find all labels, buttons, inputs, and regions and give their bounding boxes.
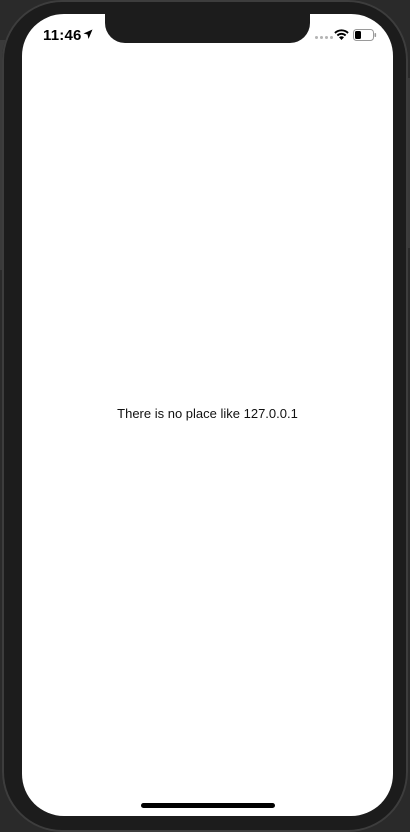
home-indicator[interactable] (141, 803, 275, 808)
notch (105, 14, 310, 43)
location-arrow-icon (83, 29, 93, 39)
center-message: There is no place like 127.0.0.1 (117, 406, 298, 421)
phone-frame: 11:46 There is no place like 127.0.0.1 (2, 0, 408, 832)
cellular-signal-icon (315, 36, 333, 39)
wifi-icon (334, 29, 349, 40)
battery-icon (353, 29, 377, 41)
status-time: 11:46 (43, 27, 82, 44)
phone-screen: 11:46 There is no place like 127.0.0.1 (22, 14, 393, 816)
